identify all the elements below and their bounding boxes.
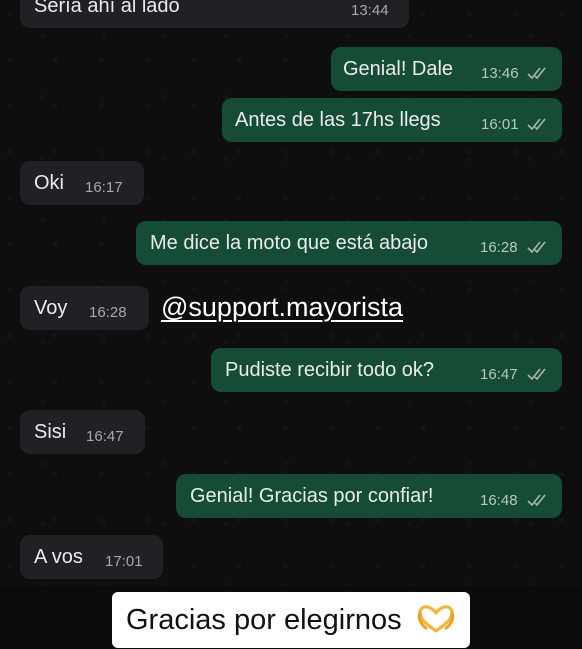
message-time: 16:28	[89, 304, 127, 321]
message-incoming[interactable]: Voy 16:28	[20, 286, 149, 330]
message-text: Sisi	[34, 421, 67, 443]
message-text: A vos	[34, 546, 83, 568]
message-text: Pudiste recibir todo ok?	[225, 359, 435, 381]
message-outgoing[interactable]: Pudiste recibir todo ok? 16:47	[211, 348, 562, 392]
message-incoming[interactable]: A vos 17:01	[20, 535, 163, 579]
message-text: Voy	[34, 297, 68, 319]
chat-background: Sería ahí al lado 13:44 Genial! Dale 13:…	[0, 0, 582, 649]
message-incoming[interactable]: Oki 16:17	[20, 161, 144, 205]
account-handle[interactable]: @support.mayorista	[157, 290, 407, 324]
message-text: Genial! Dale	[343, 58, 454, 80]
message-time: 16:47	[480, 366, 518, 383]
message-time: 16:01	[481, 116, 519, 133]
message-outgoing[interactable]: Genial! Dale 13:46	[331, 47, 562, 91]
read-receipt-icon	[527, 368, 546, 380]
message-time: 17:01	[105, 553, 143, 570]
message-text: Sería ahí al lado	[34, 0, 180, 17]
message-text: Oki	[34, 172, 64, 194]
message-time: 16:48	[480, 492, 518, 509]
message-text: Antes de las 17hs llegs	[235, 109, 441, 131]
message-outgoing[interactable]: Antes de las 17hs llegs 16:01	[222, 98, 562, 142]
message-outgoing[interactable]: Me dice la moto que está abajo 16:28	[136, 221, 562, 265]
read-receipt-icon	[527, 241, 546, 253]
read-receipt-icon	[527, 494, 546, 506]
read-receipt-icon	[527, 67, 546, 79]
read-receipt-icon	[527, 118, 546, 130]
message-time: 16:47	[86, 428, 124, 445]
message-incoming[interactable]: Sisi 16:47	[20, 410, 145, 454]
caption-sticker: Gracias por elegirnos	[112, 592, 470, 648]
heart-hands-icon	[417, 605, 455, 633]
message-text: Me dice la moto que está abajo	[150, 232, 428, 254]
message-time: 13:46	[481, 65, 519, 82]
caption-text: Gracias por elegirnos	[126, 604, 402, 636]
message-time: 13:44	[351, 2, 389, 19]
message-time: 16:17	[85, 179, 123, 196]
message-text: Genial! Gracias por confiar!	[190, 485, 434, 507]
message-outgoing[interactable]: Genial! Gracias por confiar! 16:48	[176, 474, 562, 518]
message-time: 16:28	[480, 239, 518, 256]
message-incoming[interactable]: Sería ahí al lado 13:44	[20, 0, 409, 28]
